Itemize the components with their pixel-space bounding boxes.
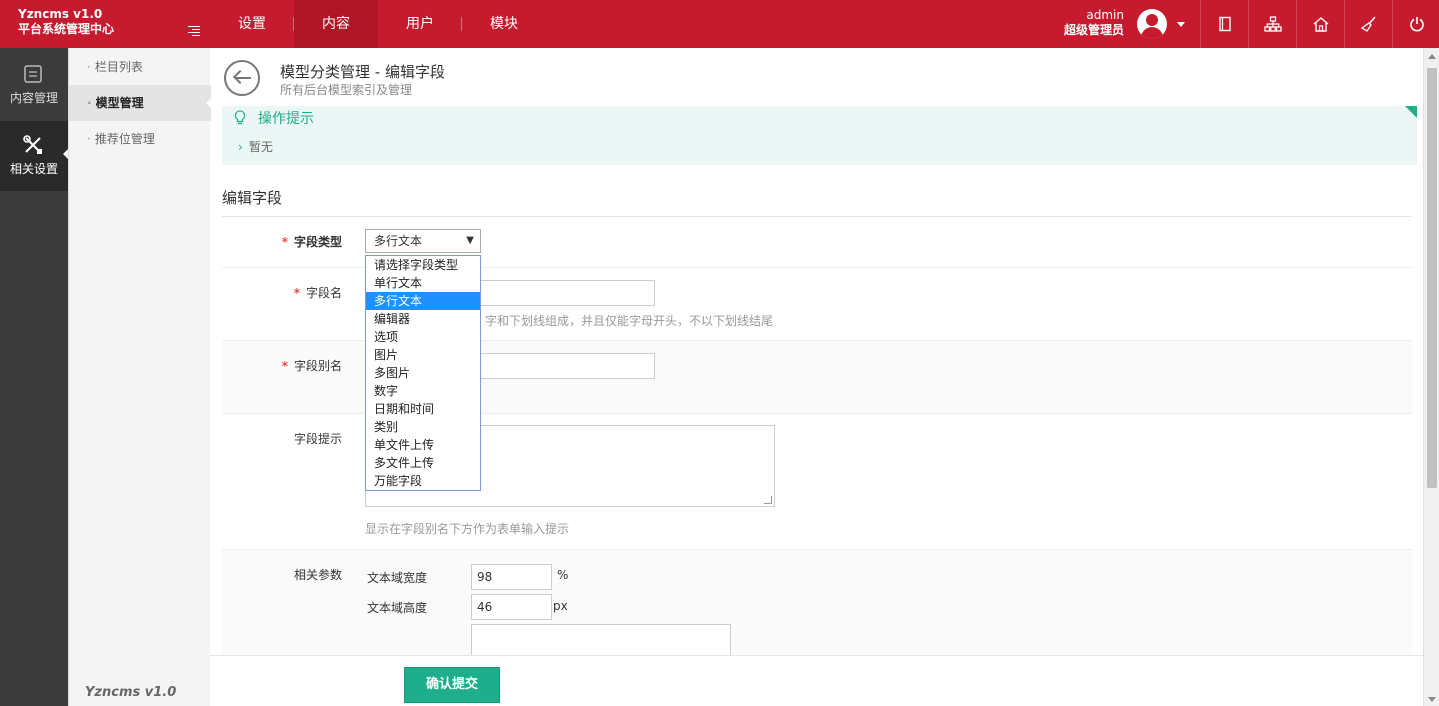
- main-sidebar: 内容管理 相关设置: [0, 48, 69, 706]
- sub-item-recommend-manage[interactable]: 推荐位管理: [69, 121, 211, 157]
- params-label: 相关参数: [293, 568, 342, 582]
- dropdown-option[interactable]: 多文件上传: [366, 454, 480, 472]
- broom-icon[interactable]: [1344, 0, 1392, 48]
- back-arrow-icon[interactable]: [224, 60, 260, 96]
- sidebar-footer: Yzncms v1.0: [85, 685, 177, 700]
- textarea-height-input[interactable]: 46: [471, 594, 552, 620]
- nav-modules[interactable]: 模块: [462, 0, 546, 48]
- sub-item-label: 推荐位管理: [94, 132, 155, 146]
- form-footer: 确认提交: [210, 655, 1423, 706]
- nav-label: 内容: [322, 16, 350, 32]
- tip-item: 暂无: [238, 138, 273, 155]
- avatar[interactable]: [1137, 9, 1167, 39]
- sidebar-item-label: 内容管理: [9, 91, 58, 105]
- field-type-dropdown: 请选择字段类型 单行文本 多行文本 编辑器 选项 图片 多图片 数字 日期和时间…: [365, 255, 481, 491]
- document-icon: [24, 65, 42, 83]
- field-alias-label: * 字段别名: [222, 357, 342, 374]
- height-unit: px: [553, 599, 568, 613]
- field-type-select[interactable]: 多行文本 ▼: [365, 229, 481, 253]
- user-info[interactable]: admin 超级管理员: [1040, 8, 1124, 38]
- sidebar-toggle-icon[interactable]: [184, 24, 202, 38]
- brand-title: Yzncms v1.0: [18, 7, 103, 21]
- textarea-height-label: 文本域高度: [367, 601, 428, 615]
- sub-item-label: 模型管理: [95, 96, 144, 110]
- page-subtitle: 所有后台模型索引及管理: [280, 83, 413, 97]
- sub-item-label: 栏目列表: [94, 60, 143, 74]
- chevron-down-icon[interactable]: [1177, 22, 1185, 27]
- sitemap-icon[interactable]: [1248, 0, 1296, 48]
- dropdown-option-selected[interactable]: 多行文本: [366, 292, 480, 310]
- sidebar-item-content[interactable]: 内容管理: [0, 48, 68, 118]
- required-mark: *: [281, 359, 288, 373]
- resize-handle[interactable]: [764, 496, 772, 504]
- page-title: 模型分类管理 - 编辑字段: [280, 63, 445, 81]
- field-type-value: 多行文本: [374, 234, 423, 248]
- dropdown-option[interactable]: 选项: [366, 328, 480, 346]
- field-tip-label: 字段提示: [293, 432, 342, 446]
- field-type-label-text: 字段类型: [293, 235, 342, 249]
- home-icon[interactable]: [1296, 0, 1344, 48]
- textarea-width-input[interactable]: 98: [471, 564, 552, 590]
- user-name: admin: [1086, 8, 1124, 22]
- avatar-body: [1141, 27, 1163, 39]
- top-bar: Yzncms v1.0 平台系统管理中心 设置 内容 用户 模块 admin 超…: [0, 0, 1439, 48]
- brand[interactable]: Yzncms v1.0 平台系统管理中心: [18, 7, 114, 37]
- field-name-label: * 字段名: [222, 284, 342, 301]
- brand-subtitle: 平台系统管理中心: [18, 22, 115, 36]
- user-role: 超级管理员: [1063, 23, 1124, 37]
- power-icon[interactable]: [1392, 0, 1439, 48]
- scroll-up-icon[interactable]: [1428, 54, 1436, 59]
- book-icon[interactable]: [1200, 0, 1248, 48]
- top-nav: 设置 内容 用户 模块: [210, 0, 546, 48]
- dropdown-option[interactable]: 单文件上传: [366, 436, 480, 454]
- sub-item-model-manage[interactable]: 模型管理: [69, 85, 212, 121]
- textarea-width-label: 文本域宽度: [367, 571, 428, 585]
- tools-icon: [23, 135, 42, 154]
- nav-content[interactable]: 内容: [294, 0, 378, 48]
- field-name-hint: 字和下划线组成，并且仅能字母开头，不以下划线结尾: [485, 314, 774, 328]
- section-title: 编辑字段: [222, 189, 283, 207]
- dropdown-option[interactable]: 单行文本: [366, 274, 480, 292]
- lightbulb-icon: [234, 110, 246, 125]
- page-scrollbar[interactable]: [1423, 48, 1439, 706]
- dropdown-option[interactable]: 请选择字段类型: [366, 256, 480, 274]
- nav-label: 模块: [490, 16, 518, 32]
- sidebar-item-label: 相关设置: [9, 162, 58, 176]
- required-mark: *: [281, 235, 288, 249]
- sub-sidebar: 栏目列表 模型管理 推荐位管理 Yzncms v1.0: [68, 48, 212, 706]
- dropdown-option[interactable]: 日期和时间: [366, 400, 480, 418]
- scroll-down-icon[interactable]: [1428, 697, 1436, 702]
- nav-settings[interactable]: 设置: [210, 0, 294, 48]
- sidebar-item-settings[interactable]: 相关设置: [0, 121, 68, 191]
- scroll-thumb[interactable]: [1427, 68, 1437, 488]
- field-type-label: * 字段类型: [222, 233, 342, 250]
- sub-item-category-list[interactable]: 栏目列表: [69, 49, 211, 85]
- chevron-down-icon: ▼: [466, 235, 474, 246]
- dropdown-option[interactable]: 数字: [366, 382, 480, 400]
- required-mark: *: [293, 286, 300, 300]
- submit-button[interactable]: 确认提交: [404, 667, 500, 703]
- field-tip-hint: 显示在字段别名下方作为表单输入提示: [365, 522, 570, 536]
- dropdown-option[interactable]: 编辑器: [366, 310, 480, 328]
- nav-label: 设置: [238, 16, 266, 32]
- dropdown-option[interactable]: 多图片: [366, 364, 480, 382]
- tip-box: 操作提示 暂无: [222, 106, 1417, 165]
- top-toolbar: [1200, 0, 1439, 48]
- field-alias-label-text: 字段别名: [293, 359, 342, 373]
- width-unit: %: [557, 568, 569, 582]
- avatar-head: [1146, 14, 1158, 26]
- dropdown-option[interactable]: 类别: [366, 418, 480, 436]
- tip-title: 操作提示: [258, 111, 314, 127]
- dropdown-option[interactable]: 万能字段: [366, 472, 480, 490]
- field-name-label-text: 字段名: [305, 286, 342, 300]
- dropdown-option[interactable]: 图片: [366, 346, 480, 364]
- nav-label: 用户: [406, 16, 434, 32]
- main-content: 模型分类管理 - 编辑字段 所有后台模型索引及管理 操作提示 暂无 编辑字段 *…: [210, 48, 1423, 706]
- nav-users[interactable]: 用户: [378, 0, 462, 48]
- tip-collapse-toggle[interactable]: [1405, 106, 1417, 118]
